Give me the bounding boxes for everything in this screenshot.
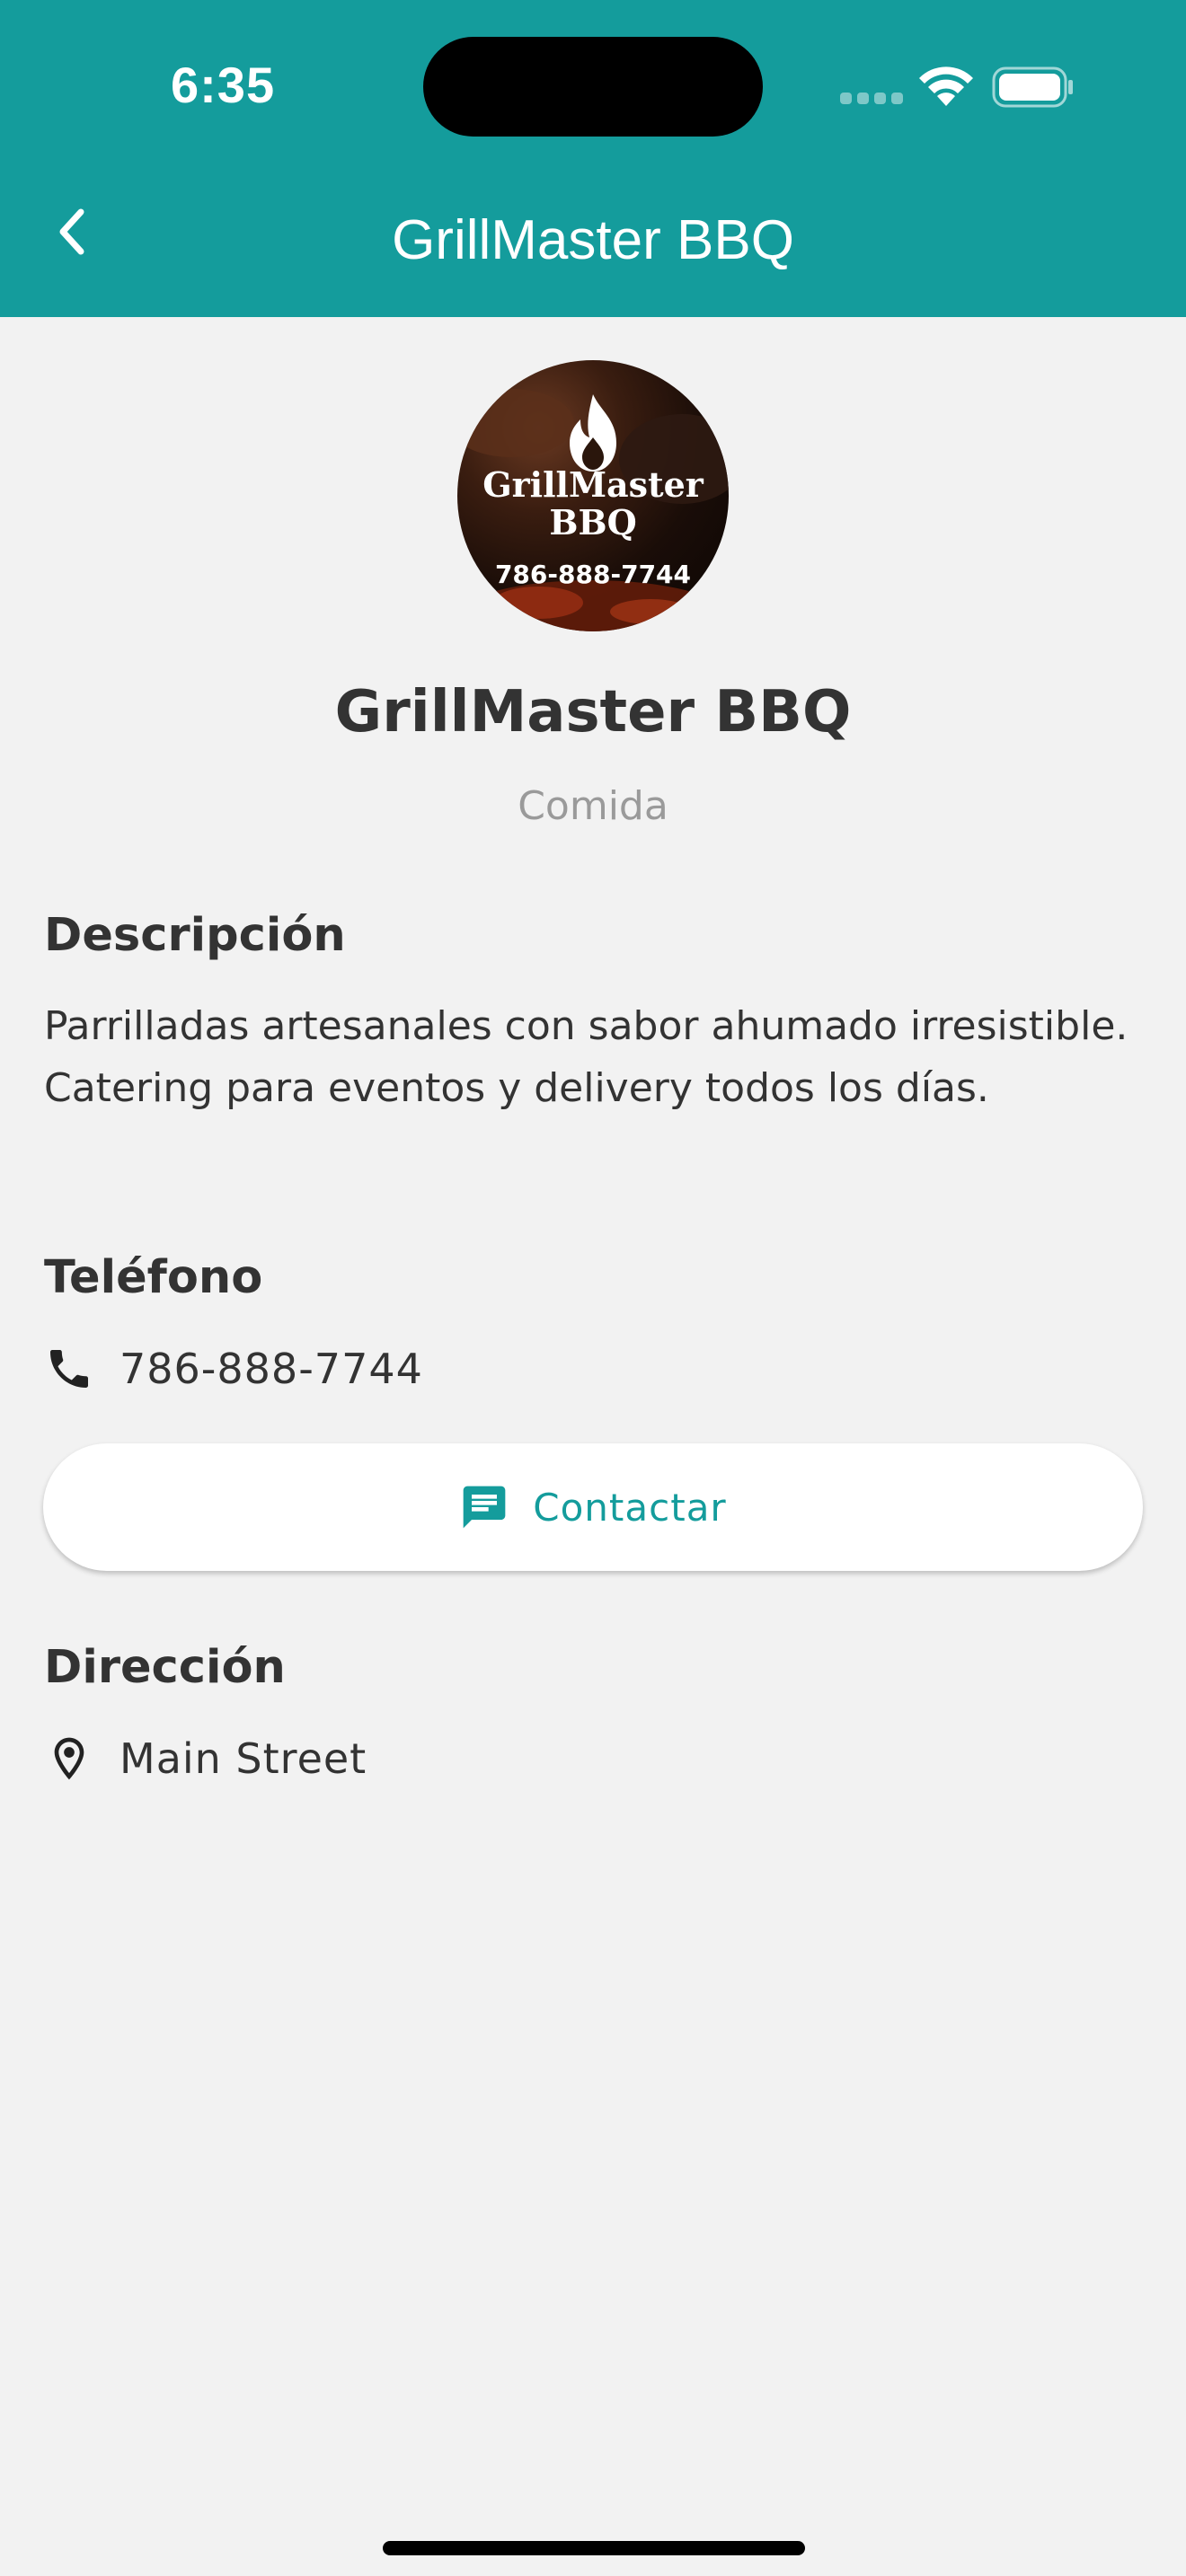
wifi-icon	[919, 66, 973, 106]
location-pin-icon	[54, 1737, 84, 1780]
address-heading: Dirección	[44, 1641, 286, 1694]
contact-button[interactable]: Contactar	[43, 1443, 1143, 1571]
home-indicator[interactable]	[383, 2541, 805, 2555]
phone-heading: Teléfono	[44, 1251, 263, 1304]
logo-name-line2: BBQ	[549, 502, 637, 543]
phone-icon	[50, 1350, 88, 1388]
address-text: Main Street	[119, 1734, 367, 1783]
business-category: Comida	[518, 783, 668, 829]
business-name: GrillMaster BBQ	[334, 679, 852, 745]
description-heading: Descripción	[44, 909, 346, 962]
app-bar: 6:35 GrillMaster BBQ	[0, 0, 1186, 317]
status-time: 6:35	[171, 57, 276, 113]
battery-icon	[992, 66, 1073, 108]
contact-button-label: Contactar	[533, 1485, 727, 1530]
logo-phone: 786-888-7744	[494, 560, 692, 589]
phone-row[interactable]: 786-888-7744	[44, 1337, 423, 1400]
page-title: GrillMaster BBQ	[392, 209, 794, 271]
dynamic-island	[423, 37, 763, 137]
business-logo: GrillMaster BBQ 786-888-7744	[457, 360, 729, 631]
logo-name-line1: GrillMaster	[482, 464, 704, 505]
message-icon	[463, 1486, 506, 1529]
description-text: Parrilladas artesanales con sabor ahumad…	[44, 1003, 1128, 1111]
cellular-signal-icon	[840, 93, 903, 105]
flame-icon	[570, 394, 616, 472]
logo-name: GrillMaster BBQ	[457, 466, 729, 542]
phone-number: 786-888-7744	[119, 1345, 423, 1393]
address-row[interactable]: Main Street	[44, 1727, 367, 1790]
